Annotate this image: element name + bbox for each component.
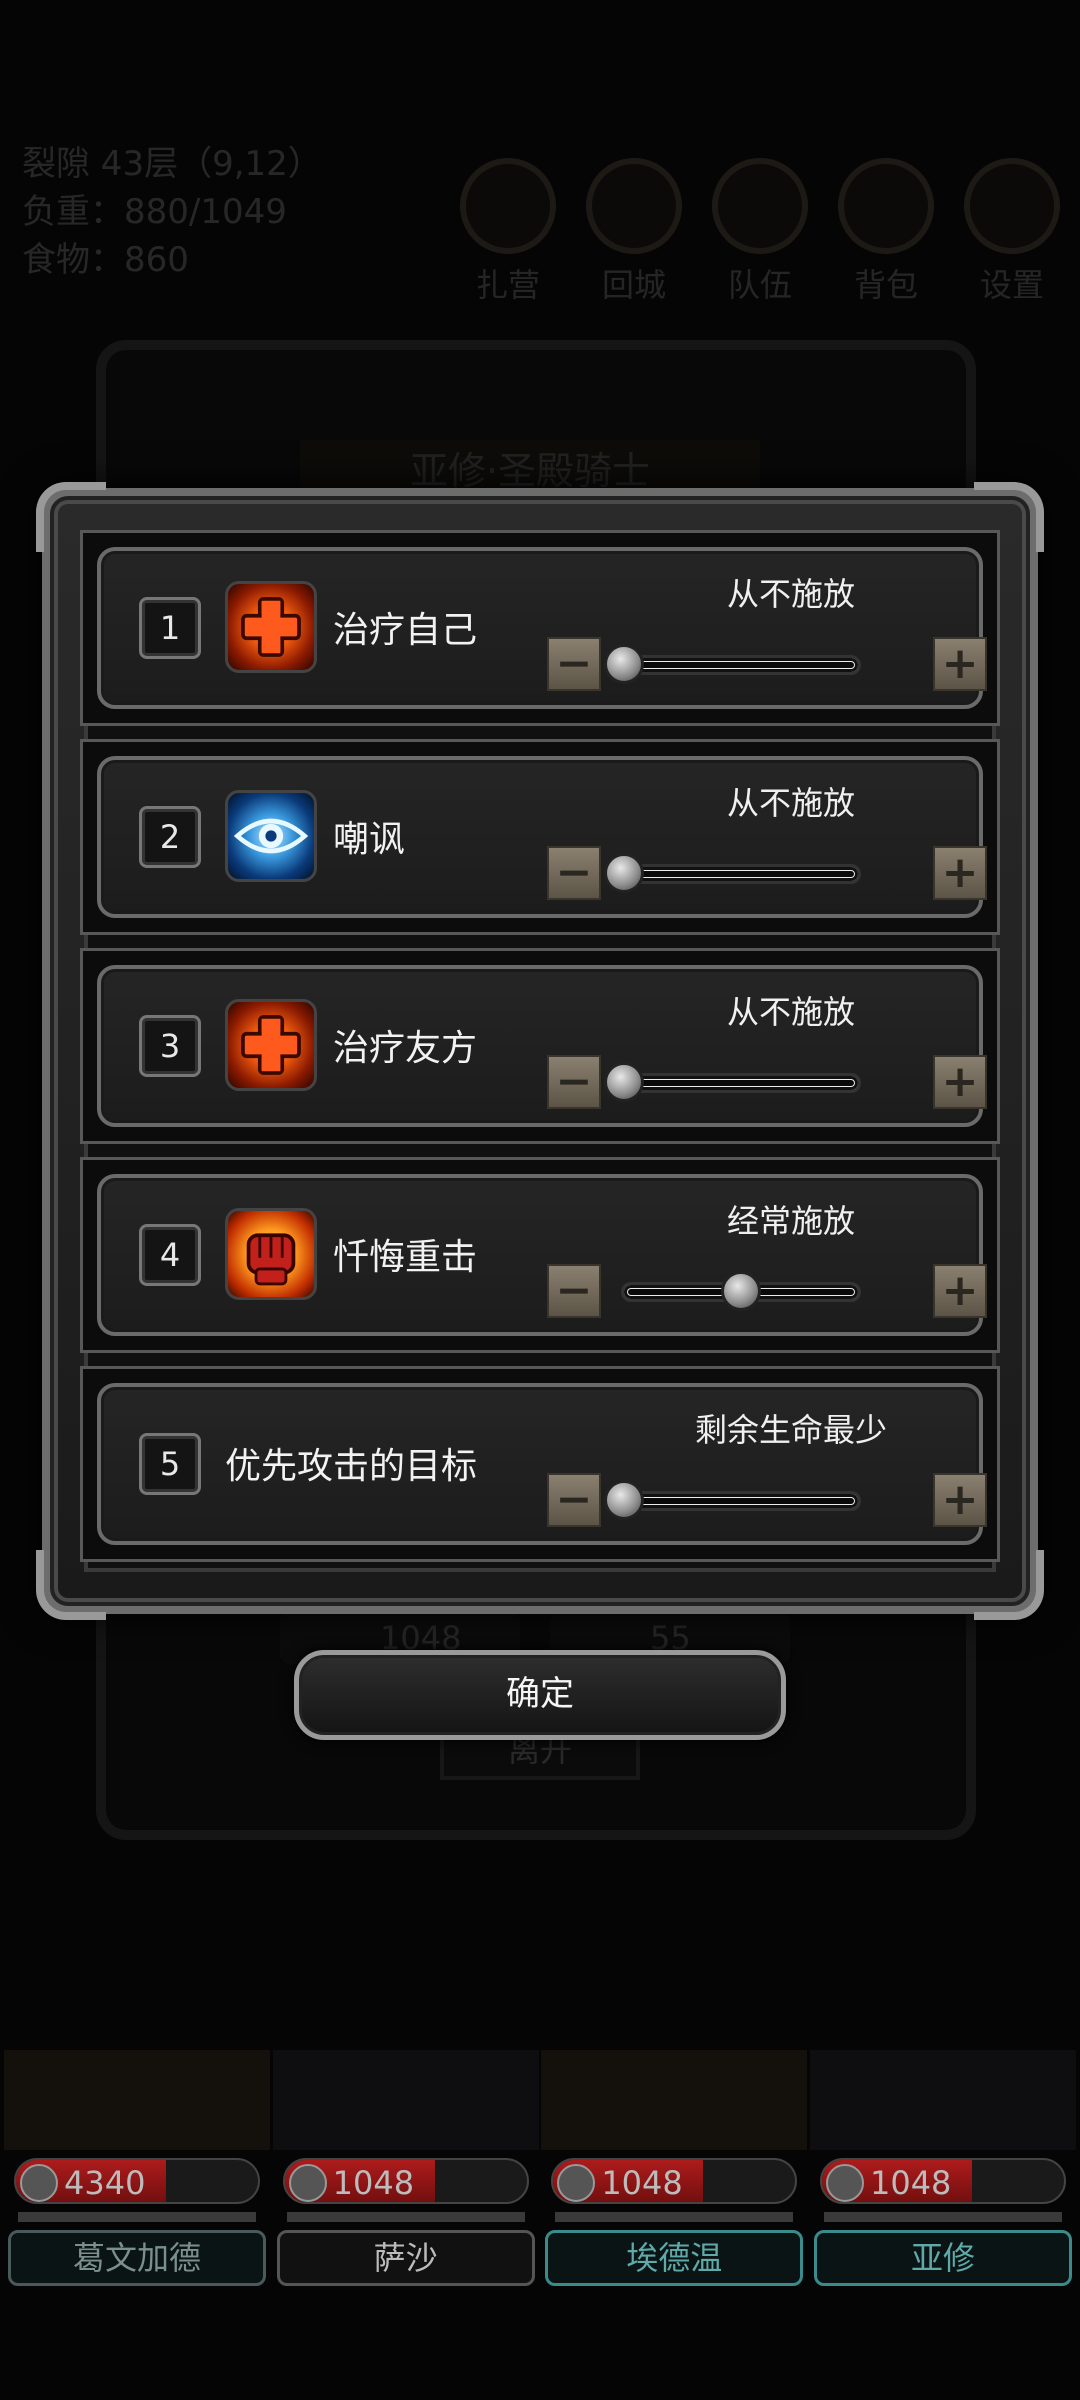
cast-frequency-slider[interactable] [604, 644, 861, 684]
backpack-icon [838, 158, 934, 254]
settings-button: 设置 [962, 158, 1062, 306]
cast-frequency-slider[interactable] [604, 853, 861, 893]
party-bar: 4340 葛文加德 1048 萨沙 1048 埃德温 1048 亚修 [0, 2050, 1080, 2290]
skill-row-card: 5 优先攻击的目标 剩余生命最少 − + [97, 1383, 987, 1545]
backpack-button: 背包 [836, 158, 936, 306]
member-name: 萨沙 [276, 2230, 535, 2286]
skill-number: 5 [139, 1433, 201, 1495]
skill-row-card: 4 忏悔重击 经常施放 − + [97, 1174, 987, 1336]
shield-icon [825, 2164, 864, 2202]
increase-button[interactable]: + [933, 1264, 987, 1318]
cast-frequency-slider[interactable] [604, 1062, 861, 1102]
member-hp-bar: 1048 [819, 2158, 1066, 2204]
member-portrait [272, 2050, 539, 2150]
target-mode-label: 剩余生命最少 [694, 1411, 887, 1449]
cast-mode-label: 从不施放 [726, 575, 855, 613]
decrease-button[interactable]: − [547, 1264, 601, 1318]
skill-row-card: 1 治疗自己 从不施放 − + [97, 547, 987, 709]
camp-icon [460, 158, 556, 254]
party-member[interactable]: 1048 亚修 [809, 2050, 1076, 2290]
target-priority-slider[interactable] [604, 1480, 861, 1520]
return-town-button: 回城 [584, 158, 684, 306]
heal-cross-icon [225, 581, 317, 673]
party-member[interactable]: 1048 萨沙 [272, 2050, 539, 2290]
cast-mode-label: 从不施放 [726, 993, 855, 1031]
camp-button: 扎营 [458, 158, 558, 306]
target-priority-label: 优先攻击的目标 [225, 1446, 478, 1487]
skill-number: 3 [139, 1015, 201, 1077]
member-sub-bar [286, 2212, 525, 2222]
weight-text: 负重：880/1049 [22, 192, 287, 232]
confirm-button[interactable]: 确定 [294, 1650, 786, 1740]
skill-name: 忏悔重击 [333, 1237, 478, 1278]
hud-buttons: 扎营 回城 队伍 背包 设置 [458, 158, 1062, 306]
decrease-button[interactable]: − [547, 1055, 601, 1109]
member-hp-bar: 1048 [551, 2158, 798, 2204]
skill-number: 2 [139, 806, 201, 868]
decrease-button[interactable]: − [547, 637, 601, 691]
heal-cross-icon [225, 999, 317, 1091]
skill-row-card: 2 嘲讽 从不施放 − + [97, 756, 987, 918]
decrease-button[interactable]: − [547, 1473, 601, 1527]
game-screen: 裂隙 43层（9,12） 负重：880/1049 食物：860 扎营 回城 队伍… [0, 0, 1080, 2400]
increase-button[interactable]: + [933, 1055, 987, 1109]
skill-row-5: 5 优先攻击的目标 剩余生命最少 − + [80, 1366, 1000, 1562]
slider-knob[interactable] [604, 1480, 644, 1520]
member-portrait [4, 2050, 270, 2150]
slider-knob[interactable] [721, 1271, 761, 1311]
skill-name: 嘲讽 [333, 819, 406, 860]
slider-knob[interactable] [604, 853, 644, 893]
fist-icon [225, 1208, 317, 1300]
member-sub-bar [823, 2212, 1062, 2222]
settings-icon [964, 158, 1060, 254]
team-icon [712, 158, 808, 254]
member-sub-bar [18, 2212, 256, 2222]
slider-knob[interactable] [604, 1062, 644, 1102]
member-name: 葛文加德 [8, 2230, 266, 2286]
member-hp-bar: 1048 [282, 2158, 529, 2204]
shield-icon [20, 2164, 58, 2202]
skill-row-3: 3 治疗友方 从不施放 − + [80, 948, 1000, 1144]
skill-number: 1 [139, 597, 201, 659]
member-name: 亚修 [813, 2230, 1072, 2286]
member-sub-bar [555, 2212, 794, 2222]
cast-frequency-slider[interactable] [621, 1271, 861, 1311]
eye-taunt-icon [225, 790, 317, 882]
cast-mode-label: 从不施放 [726, 784, 855, 822]
member-portrait [541, 2050, 808, 2150]
decrease-button[interactable]: − [547, 846, 601, 900]
skill-row-1: 1 治疗自己 从不施放 − + [80, 530, 1000, 726]
skill-row-4: 4 忏悔重击 经常施放 − + [80, 1157, 1000, 1353]
food-text: 食物：860 [22, 240, 189, 280]
increase-button[interactable]: + [933, 1473, 987, 1527]
cast-mode-label: 经常施放 [726, 1202, 855, 1240]
increase-button[interactable]: + [933, 846, 987, 900]
skill-name: 治疗自己 [333, 610, 478, 651]
team-button: 队伍 [710, 158, 810, 306]
skill-number: 4 [139, 1224, 201, 1286]
increase-button[interactable]: + [933, 637, 987, 691]
party-member[interactable]: 1048 埃德温 [541, 2050, 808, 2290]
member-hp-bar: 4340 [14, 2158, 260, 2204]
location-text: 裂隙 43层（9,12） [22, 144, 322, 184]
return-town-icon [586, 158, 682, 254]
party-member[interactable]: 4340 葛文加德 [4, 2050, 270, 2290]
skill-row-2: 2 嘲讽 从不施放 − + [80, 739, 1000, 935]
slider-knob[interactable] [604, 644, 644, 684]
skill-name: 治疗友方 [333, 1028, 478, 1069]
shield-icon [288, 2164, 327, 2202]
member-name: 埃德温 [545, 2230, 804, 2286]
member-portrait [809, 2050, 1076, 2150]
skill-row-card: 3 治疗友方 从不施放 − + [97, 965, 987, 1127]
hud-stats: 裂隙 43层（9,12） 负重：880/1049 食物：860 [22, 140, 322, 284]
